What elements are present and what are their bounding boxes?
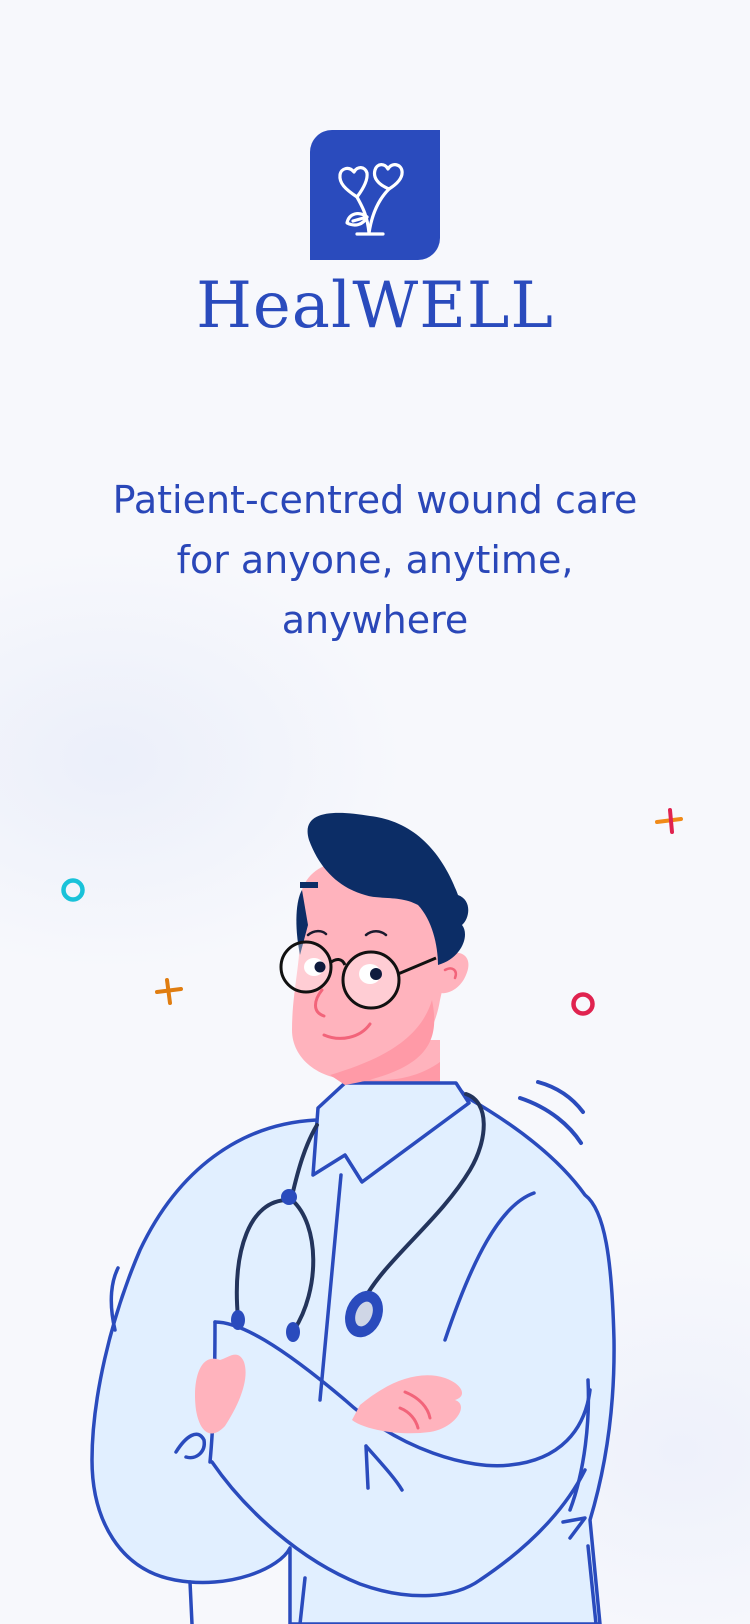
motion-lines — [518, 1080, 585, 1145]
doctor-illustration — [61, 808, 683, 1624]
earpiece-right — [286, 1322, 300, 1342]
confetti-plus-orange-red — [655, 808, 683, 834]
confetti-plus-orange — [155, 978, 183, 1005]
onboarding-screen: HealWELL Patient-centred wound care for … — [0, 0, 750, 1624]
confetti-circle-red — [571, 992, 595, 1016]
confetti-circle-cyan — [61, 878, 85, 902]
earpiece-left — [231, 1310, 245, 1330]
stethoscope-joint — [281, 1189, 297, 1205]
doctor-head — [279, 812, 469, 1085]
